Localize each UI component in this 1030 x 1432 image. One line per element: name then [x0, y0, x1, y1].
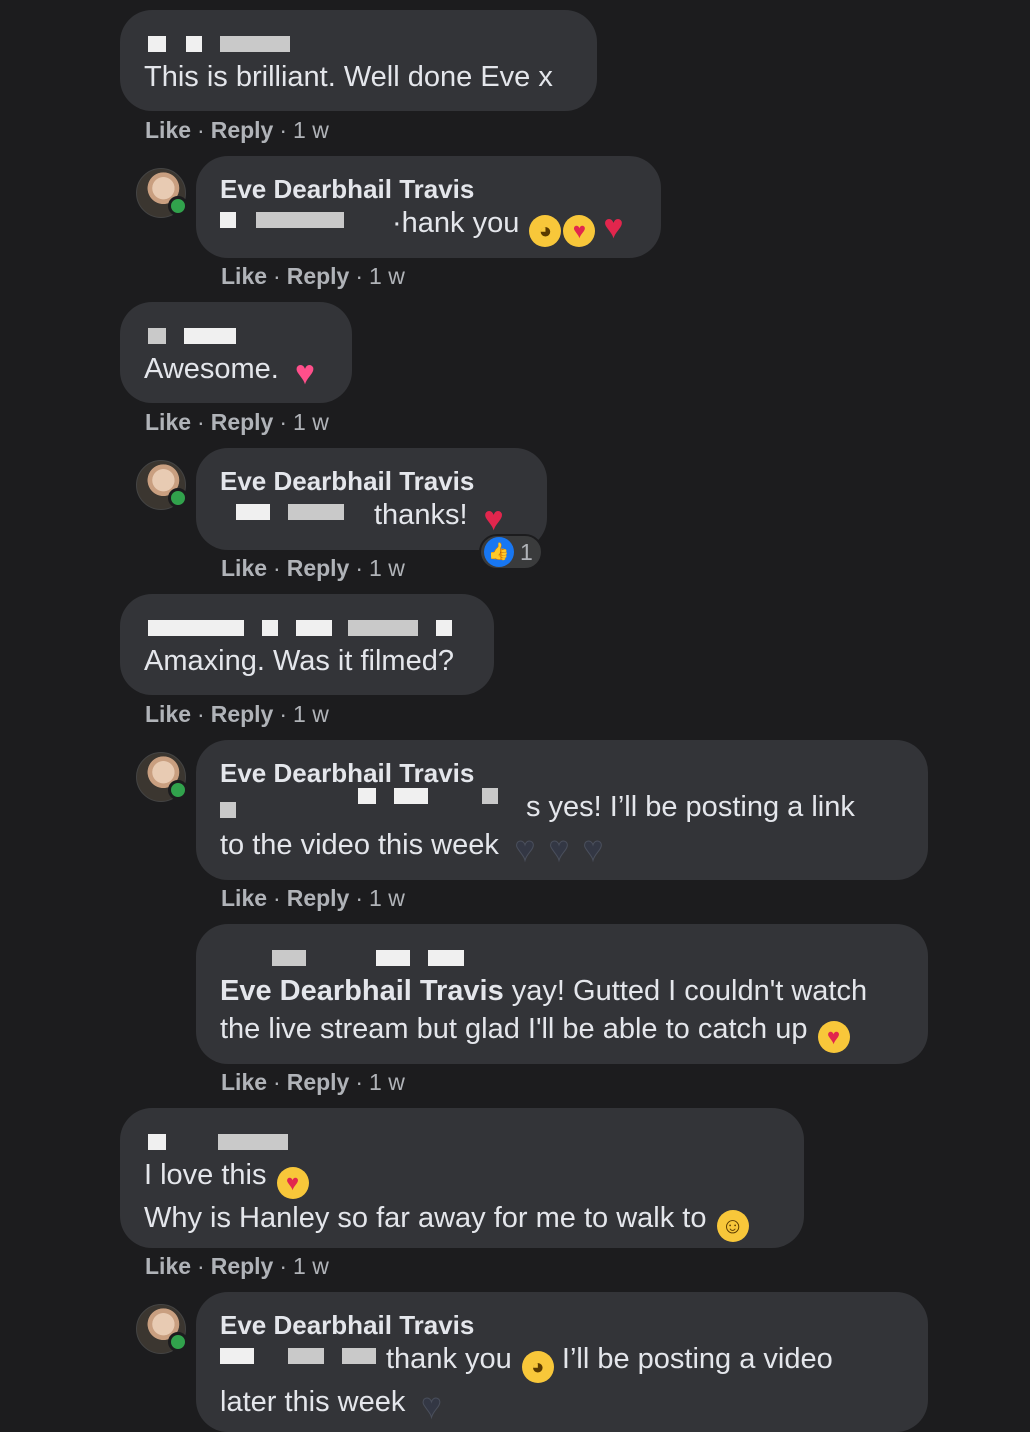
comment-text: This is brilliant. Well done Eve x	[144, 61, 553, 93]
heart-eyes-icon: ♥	[563, 215, 596, 247]
comment-bubble: I love this ♥ Why is Hanley so far away …	[120, 1108, 804, 1248]
comment-text-line-2: the live stream but glad I'll be able to…	[220, 1013, 808, 1045]
timestamp[interactable]: 1 w	[293, 1253, 329, 1279]
redacted-mention	[220, 504, 374, 524]
reply-link[interactable]: Reply	[287, 885, 350, 911]
comment-bubble: Eve Dearbhail Travis ·hank you ◕ ♥ ♥	[196, 156, 661, 258]
timestamp[interactable]: 1 w	[369, 885, 405, 911]
online-indicator	[168, 780, 188, 800]
pleading-face-icon: ◕	[521, 1351, 554, 1383]
comment-text: Amaxing. Was it filmed?	[144, 645, 454, 677]
comment-text: thank you	[386, 1343, 512, 1375]
black-heart-icon: ♥	[421, 1387, 442, 1425]
comment-text: thanks!	[374, 499, 468, 531]
comment-text: I love this	[144, 1159, 267, 1191]
avatar[interactable]	[136, 460, 188, 510]
comment-actions: Like · Reply · 1 w	[221, 263, 405, 289]
heart-eyes-icon: ♥	[276, 1167, 309, 1199]
comment-text: yay! Gutted I couldn't watch	[503, 975, 868, 1007]
black-heart-icon: ♥	[514, 830, 536, 868]
like-link[interactable]: Like	[145, 409, 191, 435]
red-heart-icon: ♥	[483, 500, 504, 538]
like-link[interactable]: Like	[221, 263, 267, 289]
like-link[interactable]: Like	[145, 701, 191, 727]
comment-text: Awesome.	[144, 353, 279, 385]
comment-actions: Like · Reply · 1 w	[221, 1069, 405, 1095]
avatar[interactable]	[136, 752, 188, 802]
like-link[interactable]: Like	[221, 1069, 267, 1095]
reply-link[interactable]: Reply	[287, 1069, 350, 1095]
timestamp[interactable]: 1 w	[369, 263, 405, 289]
like-link[interactable]: Like	[145, 117, 191, 143]
comment-bubble: Eve Dearbhail Travis yay! Gutted I could…	[196, 924, 928, 1064]
black-heart-icon: ♥	[582, 830, 604, 868]
avatar[interactable]	[136, 168, 188, 218]
reply-link[interactable]: Reply	[211, 701, 274, 727]
author-name[interactable]: Eve Dearbhail Travis	[220, 174, 637, 204]
author-name[interactable]: Eve Dearbhail Travis	[220, 1310, 904, 1340]
avatar[interactable]	[136, 1304, 188, 1354]
timestamp[interactable]: 1 w	[369, 555, 405, 581]
redacted-author-name	[144, 612, 470, 642]
pleading-face-icon: ◕	[529, 215, 562, 247]
reply-link[interactable]: Reply	[287, 263, 350, 289]
comment-text-line-2: to the video this week	[220, 829, 499, 861]
comment-text: ·hank you	[392, 207, 520, 239]
comment-text-continued: I’ll be posting a video	[561, 1343, 833, 1375]
comment-actions: Like · Reply · 1 w	[145, 701, 329, 727]
comment-bubble: Awesome. ♥	[120, 302, 352, 403]
like-reaction-icon: 👍	[484, 537, 514, 567]
comment-actions: Like · Reply · 1 w	[145, 1253, 329, 1279]
reaction-count: 1	[520, 538, 533, 565]
comment-actions: Like · Reply · 1 w	[145, 409, 329, 435]
smiling-face-with-hearts-icon: ♥	[817, 1021, 850, 1053]
redacted-author-name	[220, 942, 904, 972]
like-link[interactable]: Like	[221, 885, 267, 911]
comment-bubble: This is brilliant. Well done Eve x	[120, 10, 597, 111]
comment-actions: Like · Reply · 1 w	[221, 885, 405, 911]
comment-actions: Like · Reply · 1 w	[221, 555, 405, 581]
comment-bubble: Amaxing. Was it filmed?	[120, 594, 494, 695]
redacted-mention	[220, 1348, 386, 1368]
timestamp[interactable]: 1 w	[369, 1069, 405, 1095]
black-heart-icon: ♥	[548, 830, 570, 868]
mentioned-author[interactable]: Eve Dearbhail Travis	[220, 975, 504, 1007]
rolling-on-floor-laughing-icon: ☺	[716, 1210, 749, 1242]
online-indicator	[168, 488, 188, 508]
red-heart-icon: ♥	[603, 208, 624, 246]
comment-text-line-2: Why is Hanley so far away for me to walk…	[144, 1202, 707, 1234]
timestamp[interactable]: 1 w	[293, 701, 329, 727]
reaction-summary[interactable]: 👍 1	[479, 534, 543, 570]
comment-text-line-2: later this week	[220, 1386, 406, 1418]
reply-link[interactable]: Reply	[287, 555, 350, 581]
comment-text: s yes! I’ll be posting a link	[526, 791, 855, 823]
comment-actions: Like · Reply · 1 w	[145, 117, 329, 143]
redacted-mention	[220, 212, 392, 232]
reply-link[interactable]: Reply	[211, 1253, 274, 1279]
timestamp[interactable]: 1 w	[293, 117, 329, 143]
online-indicator	[168, 1332, 188, 1352]
redacted-author-name	[144, 1126, 780, 1156]
like-link[interactable]: Like	[221, 555, 267, 581]
sparkling-heart-icon: ♥	[294, 354, 316, 392]
author-name[interactable]: Eve Dearbhail Travis	[220, 466, 523, 496]
like-link[interactable]: Like	[145, 1253, 191, 1279]
comment-bubble: Eve Dearbhail Travis thank you ◕ I’ll be…	[196, 1292, 928, 1432]
reply-link[interactable]: Reply	[211, 117, 274, 143]
reply-link[interactable]: Reply	[211, 409, 274, 435]
online-indicator	[168, 196, 188, 216]
redacted-author-name	[144, 28, 573, 58]
redacted-author-name	[144, 320, 328, 350]
redacted-mention	[220, 788, 526, 818]
timestamp[interactable]: 1 w	[293, 409, 329, 435]
comment-bubble: Eve Dearbhail Travis s yes! I’ll be post…	[196, 740, 928, 880]
author-name[interactable]: Eve Dearbhail Travis	[220, 758, 904, 788]
